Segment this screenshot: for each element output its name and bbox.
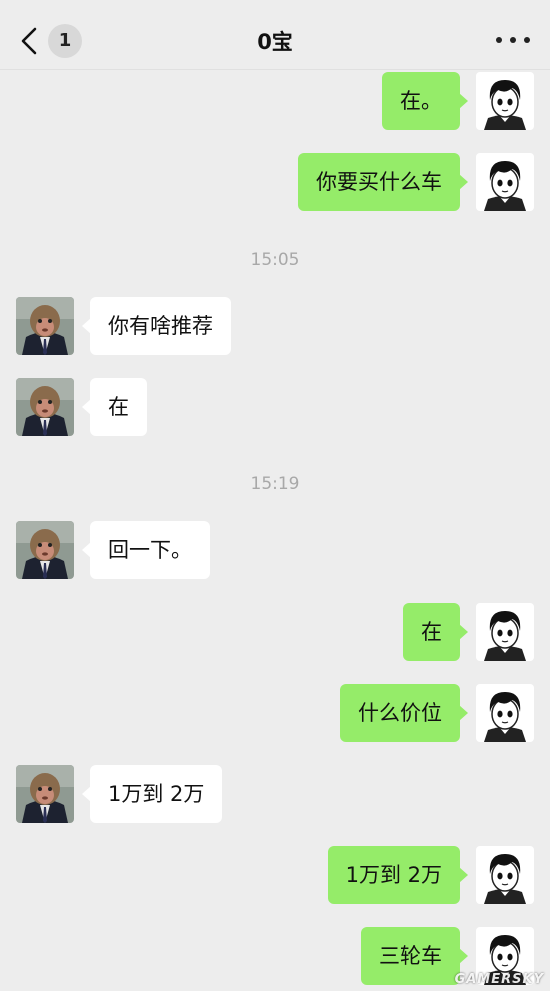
self-avatar[interactable] [476, 846, 534, 904]
message-bubble-outgoing[interactable]: 什么价位 [340, 684, 468, 742]
anime-boy-avatar-icon [476, 846, 534, 904]
chat-header: 1 0宝 [0, 0, 550, 70]
anime-boy-avatar-icon [476, 153, 534, 211]
message-bubble-outgoing[interactable]: 在 [403, 603, 468, 661]
message-bubble-incoming[interactable]: 回一下。 [82, 521, 210, 579]
anime-boy-avatar-icon [476, 72, 534, 130]
monkey-avatar-icon [16, 521, 74, 579]
message-row-incoming: 1万到 2万 [0, 765, 550, 823]
anime-boy-avatar-icon [476, 603, 534, 661]
self-avatar[interactable] [476, 153, 534, 211]
message-bubble-incoming[interactable]: 在 [82, 378, 147, 436]
message-bubble-outgoing[interactable]: 1万到 2万 [327, 846, 469, 904]
contact-avatar[interactable] [16, 378, 74, 436]
watermark-logo: GAMERSKY [454, 972, 544, 987]
monkey-avatar-icon [16, 765, 74, 823]
message-bubble-outgoing[interactable]: 在。 [382, 72, 468, 130]
message-row-outgoing: 1万到 2万 [0, 846, 550, 904]
message-row-incoming: 在 [0, 378, 550, 436]
message-bubble-incoming[interactable]: 你有啥推荐 [82, 297, 231, 355]
self-avatar[interactable] [476, 684, 534, 742]
contact-avatar[interactable] [16, 765, 74, 823]
message-bubble-outgoing[interactable]: 三轮车 [361, 927, 468, 985]
message-timestamp: 15:05 [250, 250, 300, 270]
monkey-avatar-icon [16, 378, 74, 436]
message-row-incoming: 你有啥推荐 [0, 297, 550, 355]
message-bubble-incoming[interactable]: 1万到 2万 [81, 765, 223, 823]
message-row-outgoing: 在 [0, 603, 550, 661]
monkey-avatar-icon [16, 297, 74, 355]
message-bubble-outgoing[interactable]: 你要买什么车 [298, 153, 468, 211]
contact-avatar[interactable] [16, 521, 74, 579]
message-row-outgoing: 你要买什么车 [0, 153, 550, 211]
message-timestamp: 15:19 [250, 474, 300, 494]
message-row-outgoing: 在。 [0, 72, 550, 130]
more-dots-icon [496, 37, 502, 43]
chat-title: 0宝 [257, 30, 293, 54]
contact-avatar[interactable] [16, 297, 74, 355]
message-row-incoming: 回一下。 [0, 521, 550, 579]
anime-boy-avatar-icon [476, 684, 534, 742]
message-row-outgoing: 什么价位 [0, 684, 550, 742]
more-options-button[interactable] [496, 30, 530, 50]
self-avatar[interactable] [476, 72, 534, 130]
self-avatar[interactable] [476, 603, 534, 661]
